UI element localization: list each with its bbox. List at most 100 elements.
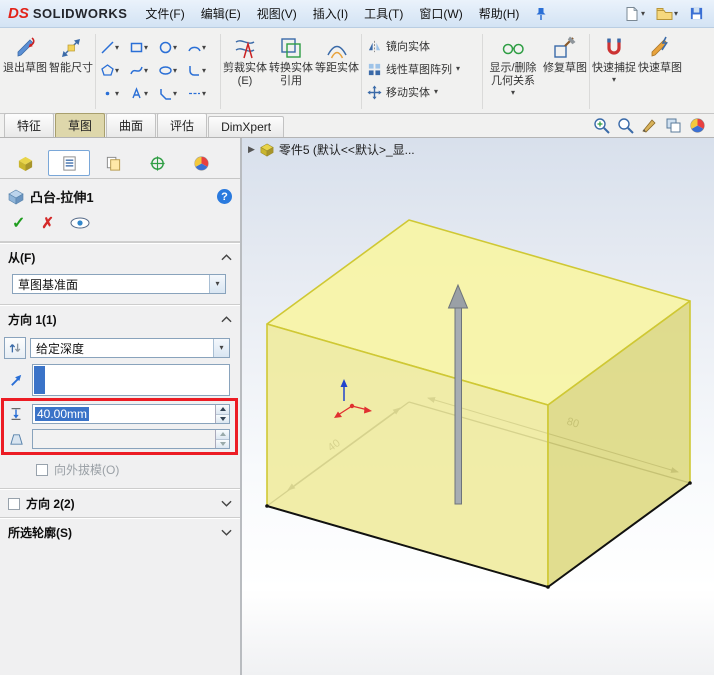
dropdown-arrow-icon[interactable]: ▾ (115, 89, 119, 98)
menu-view[interactable]: 视图(V) (249, 1, 305, 26)
dropdown-arrow-icon[interactable]: ▾ (144, 66, 148, 75)
quick-snap-button[interactable]: 快速捕捉 ▾ (591, 30, 637, 113)
chamfer-tool-button[interactable]: ▾ (159, 83, 186, 104)
dropdown-arrow-icon[interactable]: ▾ (202, 43, 206, 52)
fillet-tool-button[interactable]: ▾ (188, 60, 215, 81)
section-direction2-header[interactable]: 方向 2(2) (0, 488, 240, 517)
display-style-button[interactable] (641, 117, 658, 134)
dropdown-arrow-icon[interactable]: ▾ (456, 65, 460, 73)
dropdown-arrow-icon[interactable]: ▾ (202, 89, 206, 98)
end-condition-row: 给定深度 ▾ (4, 337, 230, 359)
dropdown-arrow-icon[interactable]: ▾ (674, 9, 678, 18)
appearance-button[interactable] (689, 117, 706, 134)
collapse-arrow-icon[interactable]: ▶ (248, 144, 255, 155)
display-manager-tab[interactable] (180, 150, 222, 176)
graphics-area[interactable]: 40 80 (242, 138, 714, 675)
property-manager-tab[interactable] (48, 150, 90, 176)
circle-tool-button[interactable]: ▾ (159, 37, 186, 58)
tab-evaluate[interactable]: 评估 (157, 113, 208, 137)
save-icon (690, 7, 703, 20)
polygon-tool-button[interactable]: ▾ (101, 60, 128, 81)
centerline-tool-button[interactable]: ▾ (188, 83, 215, 104)
menu-window[interactable]: 窗口(W) (411, 1, 470, 26)
dropdown-arrow-icon[interactable]: ▾ (612, 76, 616, 84)
spline-tool-button[interactable]: ▾ (130, 60, 157, 81)
dimxpert-manager-tab[interactable] (136, 150, 178, 176)
zoom-in-button[interactable] (593, 117, 610, 134)
convert-entities-button[interactable]: 转换实体引用 (268, 30, 314, 113)
exit-sketch-button[interactable]: 退出草图 (2, 30, 48, 113)
text-tool-button[interactable]: ▾ (130, 83, 157, 104)
open-document-button[interactable]: ▾ (652, 3, 682, 24)
tab-sketch[interactable]: 草图 (55, 113, 106, 137)
combo-arrow[interactable]: ▾ (209, 275, 225, 293)
menu-file[interactable]: 文件(F) (137, 1, 192, 26)
smart-dimension-button[interactable]: 智能尺寸 (48, 30, 94, 113)
combo-arrow[interactable]: ▾ (213, 339, 229, 357)
line-tool-button[interactable]: ▾ (101, 37, 128, 58)
draft-outward-checkbox[interactable] (36, 463, 48, 476)
spinner-up-button[interactable] (216, 405, 229, 415)
ok-button[interactable]: ✓ (12, 213, 25, 233)
dropdown-arrow-icon[interactable]: ▾ (173, 89, 177, 98)
sketch-vertex[interactable] (688, 481, 692, 485)
linear-pattern-button[interactable]: 线性草图阵列 ▾ (367, 61, 477, 77)
preview-eye-button[interactable] (70, 217, 90, 229)
dropdown-arrow-icon[interactable]: ▾ (173, 43, 177, 52)
dropdown-arrow-icon[interactable]: ▾ (511, 89, 515, 97)
pin-icon[interactable] (527, 7, 555, 21)
direction2-checkbox[interactable] (8, 497, 20, 510)
spinner-down-button[interactable] (216, 439, 229, 448)
dropdown-arrow-icon[interactable]: ▾ (202, 66, 206, 75)
sketch-vertex[interactable] (546, 585, 550, 589)
reverse-direction-button[interactable] (4, 337, 26, 359)
quick-sketch-button[interactable]: 快速草图 (637, 30, 683, 113)
section-contours-header[interactable]: 所选轮廓(S) (0, 517, 240, 546)
menu-help[interactable]: 帮助(H) (471, 1, 528, 26)
trim-entities-button[interactable]: 剪裁实体(E) (222, 30, 268, 113)
dropdown-arrow-icon[interactable]: ▾ (173, 66, 177, 75)
display-relations-button[interactable]: 显示/删除几何关系 ▾ (484, 30, 542, 113)
move-entities-button[interactable]: 移动实体 ▾ (367, 84, 477, 100)
dropdown-arrow-icon[interactable]: ▾ (144, 89, 148, 98)
spinner-up-button[interactable] (216, 430, 229, 440)
mirror-entities-button[interactable]: 镜向实体 (367, 38, 477, 54)
draft-angle-input[interactable] (32, 429, 230, 449)
sketch-vertex[interactable] (265, 504, 269, 508)
start-condition-dropdown[interactable]: 草图基准面 ▾ (12, 274, 226, 294)
breadcrumb[interactable]: ▶ 零件5 (默认<<默认>_显... (248, 141, 415, 158)
help-icon[interactable]: ? (217, 189, 232, 204)
new-document-button[interactable]: ▾ (620, 3, 649, 25)
dropdown-arrow-icon[interactable]: ▾ (115, 43, 119, 52)
section-view-button[interactable] (665, 117, 682, 134)
spinner-down-button[interactable] (216, 414, 229, 423)
tab-features[interactable]: 特征 (4, 113, 55, 137)
depth-input[interactable]: 40.00mm (32, 404, 230, 424)
feature-manager-tab[interactable] (4, 150, 46, 176)
menu-edit[interactable]: 编辑(E) (193, 1, 249, 26)
menu-tools[interactable]: 工具(T) (356, 1, 411, 26)
section-direction1-header[interactable]: 方向 1(1) (0, 304, 240, 333)
tab-surfaces[interactable]: 曲面 (106, 113, 157, 137)
repair-sketch-button[interactable]: 修复草图 (542, 30, 588, 113)
ellipse-tool-button[interactable]: ▾ (159, 60, 186, 81)
arc-tool-button[interactable]: ▾ (188, 37, 215, 58)
cancel-button[interactable]: ✗ (41, 214, 54, 232)
direction-reference-box[interactable] (32, 364, 230, 396)
section-from-header[interactable]: 从(F) (0, 242, 240, 271)
tab-dimxpert[interactable]: DimXpert (208, 116, 285, 137)
extrude-preview-box[interactable] (266, 219, 691, 588)
configuration-manager-tab[interactable] (92, 150, 134, 176)
graphics-scene[interactable]: 40 80 (242, 138, 714, 675)
menu-insert[interactable]: 插入(I) (305, 1, 356, 26)
dropdown-arrow-icon[interactable]: ▾ (641, 9, 645, 18)
rectangle-tool-button[interactable]: ▾ (130, 37, 157, 58)
zoom-area-button[interactable] (617, 117, 634, 134)
end-condition-dropdown[interactable]: 给定深度 ▾ (30, 338, 230, 358)
point-tool-button[interactable]: ▾ (101, 83, 128, 104)
offset-entities-button[interactable]: 等距实体 (314, 30, 360, 113)
save-button[interactable] (685, 3, 708, 24)
dropdown-arrow-icon[interactable]: ▾ (115, 66, 119, 75)
dropdown-arrow-icon[interactable]: ▾ (144, 43, 148, 52)
dropdown-arrow-icon[interactable]: ▾ (434, 88, 438, 96)
